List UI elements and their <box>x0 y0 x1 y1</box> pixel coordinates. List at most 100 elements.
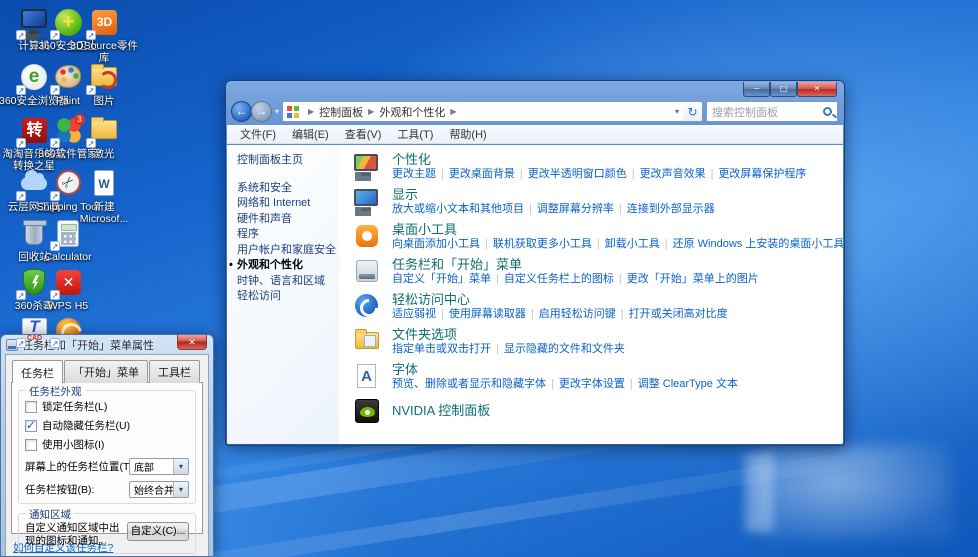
sidebar-item-hardware-sound[interactable]: 硬件和声音 <box>237 212 337 228</box>
customize-button[interactable]: 自定义(C)... <box>127 522 189 541</box>
desktop-icon-calculator[interactable]: ↗ Calculator <box>36 219 100 263</box>
task-link[interactable]: 向桌面添加小工具 <box>392 238 480 250</box>
forward-button[interactable]: → <box>251 101 272 122</box>
menu-bar: 文件(F) 编辑(E) 查看(V) 工具(T) 帮助(H) <box>227 125 843 144</box>
sidebar-item-clock-language[interactable]: 时钟、语言和区域 <box>237 274 337 290</box>
minimize-button[interactable]: ─ <box>743 82 770 97</box>
menu-file[interactable]: 文件(F) <box>233 125 283 143</box>
category-title[interactable]: 文件夹选项 <box>392 327 625 342</box>
sidebar-item-appearance[interactable]: 外观和个性化 <box>237 258 337 274</box>
task-link[interactable]: 更改屏幕保护程序 <box>718 168 806 180</box>
task-link[interactable]: 更改声音效果 <box>640 168 706 180</box>
dialog-tabs: 任务栏 「开始」菜单 工具栏 <box>12 360 203 383</box>
task-link[interactable]: 调整屏幕分辨率 <box>537 203 614 215</box>
breadcrumb[interactable]: ▶ 控制面板 ▶ 外观和个性化 ▶ ▾ <box>282 101 684 122</box>
category-title[interactable]: 显示 <box>392 187 715 202</box>
task-link[interactable]: 使用屏幕读取器 <box>449 308 526 320</box>
desktop-icon-word-doc[interactable]: 新建 Microsof... <box>72 169 136 225</box>
task-link[interactable]: 启用轻松访问键 <box>539 308 616 320</box>
shortcut-arrow-icon: ↗ <box>50 338 60 348</box>
desktop-icon-wps[interactable]: ↗ WPS H5 <box>36 268 100 312</box>
display-icon <box>354 189 378 206</box>
category-title[interactable]: 个性化 <box>392 152 806 167</box>
breadcrumb-separator-icon: ▶ <box>450 107 456 116</box>
task-link[interactable]: 更改桌面背景 <box>449 168 515 180</box>
sidebar-item-programs[interactable]: 程序 <box>237 227 337 243</box>
shortcut-arrow-icon: ↗ <box>86 30 96 40</box>
task-link[interactable]: 预览、删除或者显示和隐藏字体 <box>392 378 546 390</box>
category-folder-options: 文件夹选项 指定单击或双击打开|显示隐藏的文件和文件夹 <box>353 327 837 356</box>
task-link[interactable]: 更改主题 <box>392 168 436 180</box>
task-link[interactable]: 指定单击或双击打开 <box>392 343 491 355</box>
task-link[interactable]: 调整 ClearType 文本 <box>638 378 738 390</box>
taskbar-buttons-select[interactable]: 始终合并、隐藏标签 <box>129 481 189 498</box>
dialog-close-button[interactable]: ✕ <box>177 335 207 350</box>
task-link[interactable]: 连接到外部显示器 <box>627 203 715 215</box>
desktop-icon-laser-folder[interactable]: ↗ 激光 <box>72 116 136 160</box>
category-title[interactable]: NVIDIA 控制面板 <box>392 403 490 418</box>
folder-icon <box>91 120 117 139</box>
refresh-button[interactable]: ↻ <box>683 101 703 122</box>
shortcut-arrow-icon: ↗ <box>50 138 60 148</box>
sidebar-item-network[interactable]: 网络和 Internet <box>237 196 337 212</box>
tab-taskbar[interactable]: 任务栏 <box>12 360 63 383</box>
breadcrumb-separator-icon: ▶ <box>308 107 314 116</box>
category-gadgets: 桌面小工具 向桌面添加小工具|联机获取更多小工具|卸载小工具|还原 Window… <box>353 222 837 251</box>
shortcut-arrow-icon: ↗ <box>16 290 26 300</box>
search-input[interactable]: 搜索控制面板 <box>706 101 838 122</box>
group-title: 通知区域 <box>26 507 74 522</box>
breadcrumb-root[interactable]: 控制面板 <box>319 104 363 120</box>
task-link[interactable]: 显示隐藏的文件和文件夹 <box>504 343 625 355</box>
address-dropdown-icon[interactable]: ▾ <box>675 107 679 116</box>
taskbar-position-select[interactable]: 底部 <box>129 458 189 475</box>
task-link[interactable]: 适应弱视 <box>392 308 436 320</box>
personalization-icon <box>354 154 378 171</box>
category-title[interactable]: 字体 <box>392 362 738 377</box>
task-link[interactable]: 自定义任务栏上的图标 <box>504 273 614 285</box>
checkbox-lock-taskbar[interactable] <box>25 401 37 413</box>
category-title[interactable]: 轻松访问中心 <box>392 292 728 307</box>
task-link[interactable]: 放大或缩小文本和其他项目 <box>392 203 524 215</box>
recent-pages-chevron-icon[interactable]: ▾ <box>275 107 279 116</box>
sidebar-item-user-accounts[interactable]: 用户帐户和家庭安全 <box>237 243 337 259</box>
desktop-icon-label: Calculator <box>32 251 104 263</box>
menu-tools[interactable]: 工具(T) <box>390 125 440 143</box>
back-button[interactable]: ← <box>231 101 252 122</box>
task-link[interactable]: 还原 Windows 上安装的桌面小工具 <box>673 238 843 250</box>
desktop-icon-pictures[interactable]: ↗ 图片 <box>72 63 136 107</box>
search-icon[interactable] <box>823 107 832 116</box>
maximize-button[interactable]: ▢ <box>770 82 797 97</box>
breadcrumb-current[interactable]: 外观和个性化 <box>379 104 445 120</box>
sidebar-item-home[interactable]: 控制面板主页 <box>237 153 337 169</box>
category-title[interactable]: 任务栏和「开始」菜单 <box>392 257 759 272</box>
checkbox-small-icons[interactable] <box>25 439 37 451</box>
menu-edit[interactable]: 编辑(E) <box>285 125 336 143</box>
window-titlebar[interactable]: ─ ▢ ✕ <box>226 81 844 98</box>
shortcut-arrow-icon: ↗ <box>50 241 60 251</box>
menu-view[interactable]: 查看(V) <box>338 125 389 143</box>
sidebar-item-ease-of-access[interactable]: 轻松访问 <box>237 289 337 305</box>
task-link[interactable]: 更改「开始」菜单上的图片 <box>627 273 759 285</box>
breadcrumb-separator-icon: ▶ <box>368 107 374 116</box>
task-link[interactable]: 打开或关闭高对比度 <box>629 308 728 320</box>
tab-start-menu[interactable]: 「开始」菜单 <box>64 360 148 383</box>
menu-help[interactable]: 帮助(H) <box>442 125 493 143</box>
task-link[interactable]: 卸载小工具 <box>605 238 660 250</box>
task-link[interactable]: 更改字体设置 <box>559 378 625 390</box>
tab-toolbars[interactable]: 工具栏 <box>149 360 200 383</box>
shortcut-arrow-icon: ↗ <box>16 30 26 40</box>
close-button[interactable]: ✕ <box>797 82 837 97</box>
desktop-icon-label: 3DSource零件库 <box>68 40 140 64</box>
desktop-icon-3dsource[interactable]: ↗ 3DSource零件库 <box>72 8 136 64</box>
sidebar-item-system-security[interactable]: 系统和安全 <box>237 181 337 197</box>
task-link[interactable]: 联机获取更多小工具 <box>493 238 592 250</box>
task-link[interactable]: 自定义「开始」菜单 <box>392 273 491 285</box>
word-document-icon <box>94 170 114 196</box>
fonts-icon <box>357 364 376 388</box>
checkbox-autohide-taskbar[interactable] <box>25 420 37 432</box>
task-link[interactable]: 更改半透明窗口颜色 <box>528 168 627 180</box>
shortcut-arrow-icon: ↗ <box>50 30 60 40</box>
category-title[interactable]: 桌面小工具 <box>392 222 843 237</box>
taskbar-icon <box>356 260 378 282</box>
shortcut-arrow-icon: ↗ <box>16 85 26 95</box>
